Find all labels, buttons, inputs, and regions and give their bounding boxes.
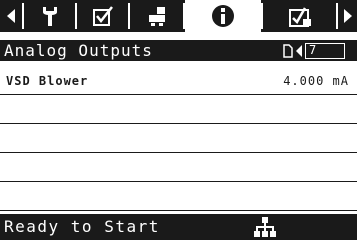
list-item[interactable] — [0, 95, 357, 124]
tab-bar — [0, 0, 357, 32]
page-back-arrow-icon[interactable] — [295, 44, 303, 57]
info-icon — [212, 5, 234, 27]
tab-checklist[interactable] — [77, 0, 128, 32]
tab-next[interactable] — [338, 0, 357, 32]
title-bar: Analog Outputs 7 — [0, 40, 357, 61]
tab-service[interactable] — [24, 0, 75, 32]
page-title: Analog Outputs — [4, 41, 153, 60]
status-text: Ready to Start — [4, 217, 160, 236]
tab-maintenance[interactable] — [263, 0, 336, 32]
analog-output-list: VSD Blower 4.000 mA — [0, 66, 357, 211]
list-item[interactable] — [0, 153, 357, 182]
page-icon — [283, 43, 293, 58]
network-blocks-icon — [148, 7, 165, 26]
list-item[interactable]: VSD Blower 4.000 mA — [0, 66, 357, 95]
right-arrow-icon — [343, 9, 352, 23]
checkbox-icon — [92, 6, 113, 26]
page-number: 7 — [305, 42, 345, 59]
tab-network[interactable] — [130, 0, 183, 32]
list-item[interactable] — [0, 182, 357, 211]
controller-screen: Analog Outputs 7 VSD Blower 4.000 mA Rea… — [0, 0, 357, 240]
output-value: 4.000 mA — [283, 74, 349, 88]
pager[interactable]: 7 — [283, 42, 345, 59]
tab-info[interactable] — [185, 0, 261, 32]
output-name: VSD Blower — [6, 74, 89, 88]
list-item[interactable] — [0, 124, 357, 153]
wrench-icon — [42, 7, 57, 26]
network-status-icon — [254, 217, 276, 237]
left-arrow-icon — [7, 9, 15, 23]
status-bar: Ready to Start — [0, 214, 357, 240]
tab-prev[interactable] — [0, 0, 22, 32]
maintenance-icon — [288, 7, 311, 27]
